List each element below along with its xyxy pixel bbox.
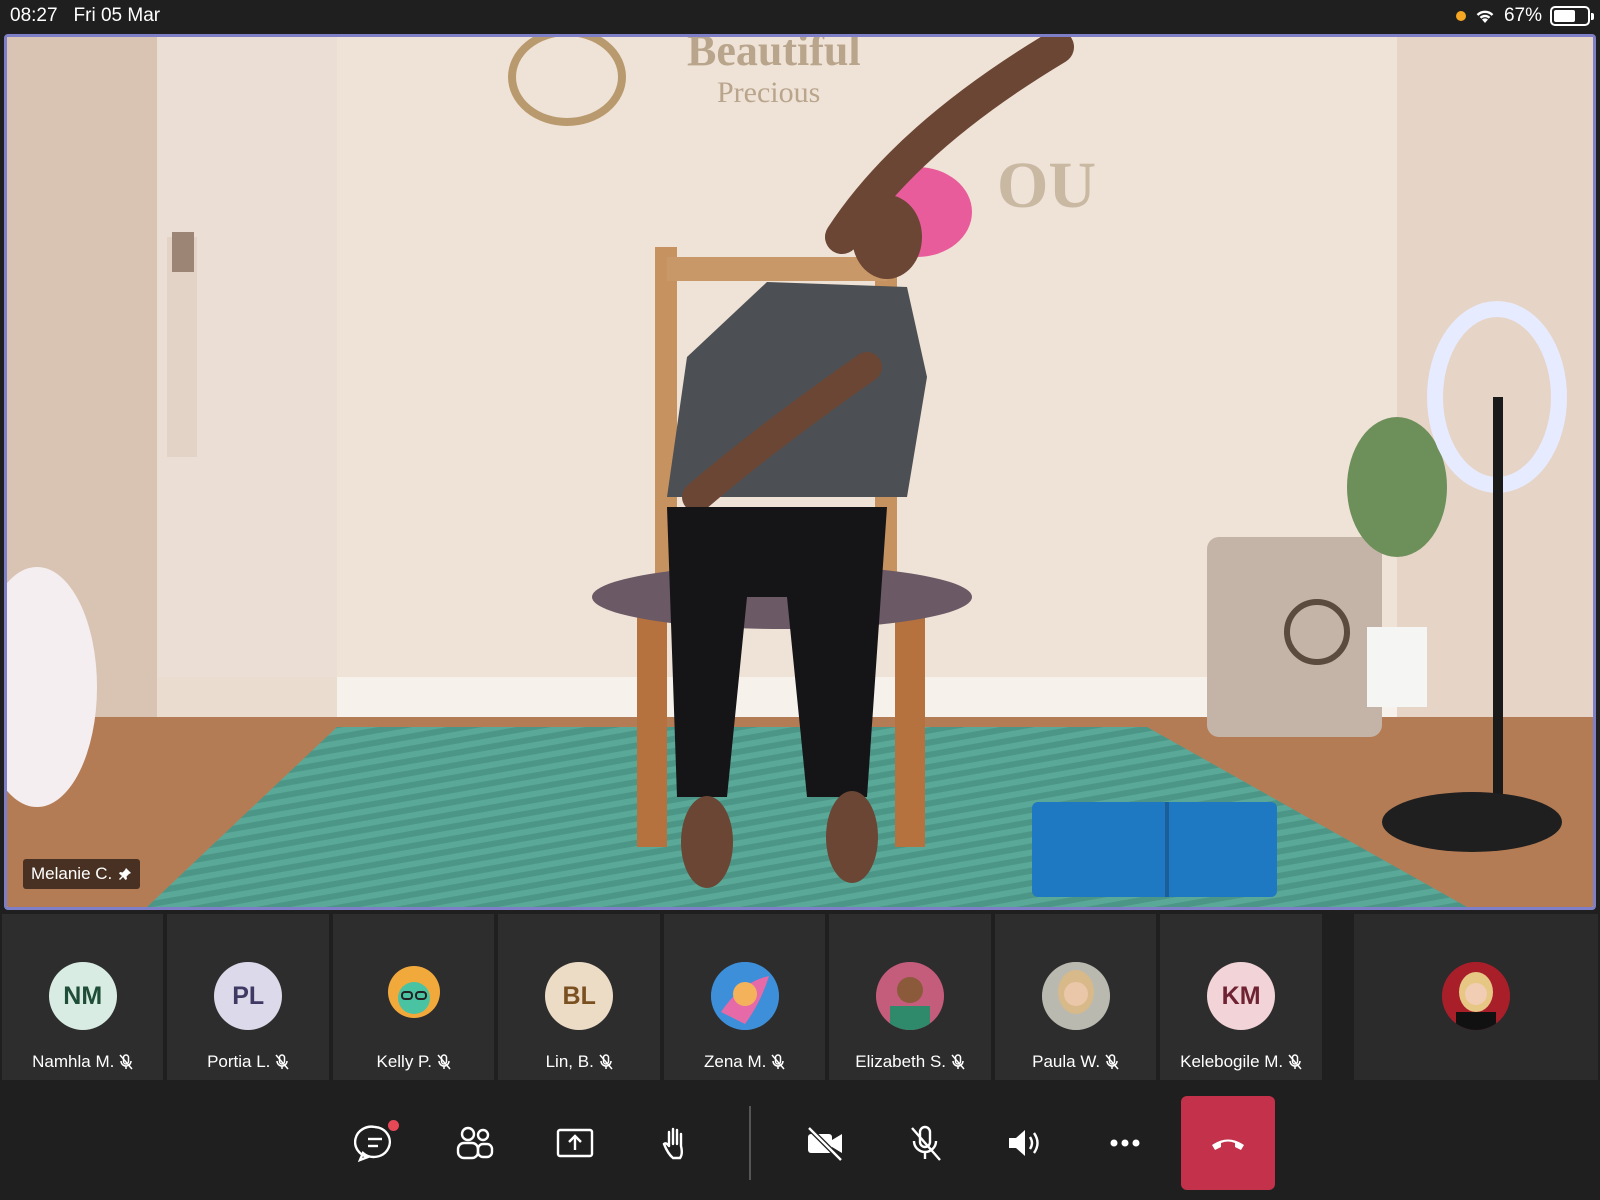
avatar-photo	[1041, 962, 1110, 1030]
speaker-name-label: Melanie C.	[23, 859, 141, 889]
participant-name: Zena M.	[704, 1052, 767, 1071]
participant-name: Namhla M.	[32, 1052, 115, 1071]
avatar-photo	[710, 962, 779, 1030]
camera-off-icon	[807, 1126, 843, 1162]
avatar: BL	[545, 962, 614, 1030]
speaker-button[interactable]	[975, 1098, 1075, 1188]
main-video[interactable]: Beautiful Precious OU Melanie C.	[4, 34, 1596, 910]
mic-off-icon	[119, 1054, 133, 1070]
participant-tile[interactable]: PL Portia L.	[167, 914, 329, 1080]
clock: 08:27	[10, 5, 58, 26]
date: Fri 05 Mar	[73, 5, 161, 26]
mic-off-icon	[437, 1054, 451, 1070]
avatar-photo	[379, 962, 448, 1030]
battery-fill	[1554, 10, 1576, 22]
participant-tile[interactable]: BL Lin, B.	[498, 914, 660, 1080]
participant-name: Kelebogile M.	[1180, 1052, 1284, 1071]
hang-up-icon	[1212, 1139, 1244, 1150]
svg-text:Beautiful: Beautiful	[687, 37, 861, 75]
participant-tile[interactable]: Elizabeth S.	[829, 914, 991, 1080]
avatar: NM	[48, 962, 117, 1030]
svg-text:Precious: Precious	[717, 76, 820, 109]
avatar-photo	[876, 962, 945, 1030]
avatar: KM	[1207, 962, 1276, 1030]
participant-tile[interactable]: KM Kelebogile M.	[1160, 914, 1322, 1080]
participants-icon	[456, 1126, 494, 1160]
battery-icon	[1550, 6, 1594, 26]
self-view-tile[interactable]	[1353, 914, 1599, 1080]
participant-tile[interactable]: NM Namhla M.	[2, 914, 164, 1080]
participant-tile[interactable]: Kelly P.	[332, 914, 495, 1080]
participant-tile[interactable]: Paula W.	[994, 914, 1157, 1080]
participants-button[interactable]	[425, 1098, 525, 1188]
mic-toggle-button[interactable]	[875, 1098, 975, 1188]
mic-off-icon	[275, 1054, 289, 1070]
share-screen-icon	[556, 1128, 594, 1158]
svg-text:OU: OU	[997, 149, 1096, 222]
participant-name: Paula W.	[1032, 1052, 1101, 1071]
participant-name: Lin, B.	[545, 1052, 594, 1071]
mic-off-icon	[771, 1054, 785, 1070]
chat-button[interactable]	[325, 1098, 425, 1188]
call-toolbar	[0, 1086, 1600, 1200]
mic-off-icon	[1105, 1054, 1119, 1070]
wifi-icon	[1476, 10, 1494, 23]
participant-tile[interactable]: Zena M.	[663, 914, 826, 1080]
mic-off-icon	[911, 1125, 941, 1161]
pin-icon	[119, 868, 132, 880]
camera-toggle-button[interactable]	[775, 1098, 875, 1188]
mic-off-icon	[599, 1054, 613, 1070]
speaker-name: Melanie C.	[31, 864, 113, 883]
speaker-icon	[1009, 1130, 1039, 1156]
mic-off-icon	[951, 1054, 965, 1070]
mic-in-use-indicator	[1455, 11, 1466, 21]
more-icon	[1110, 1139, 1140, 1147]
participant-name: Kelly P.	[376, 1052, 432, 1071]
status-bar: 08:27 Fri 05 Mar 67%	[0, 0, 1600, 32]
participant-name: Portia L.	[207, 1052, 271, 1071]
battery-percent: 67%	[1503, 5, 1542, 26]
self-avatar	[1441, 962, 1510, 1030]
participant-name: Elizabeth S.	[855, 1052, 947, 1071]
video-frame: Beautiful Precious OU	[7, 37, 1593, 907]
unread-badge	[388, 1120, 399, 1131]
share-screen-button[interactable]	[525, 1098, 625, 1188]
raise-hand-icon	[662, 1127, 683, 1160]
hang-up-button[interactable]	[1181, 1096, 1275, 1190]
more-options-button[interactable]	[1075, 1098, 1175, 1188]
avatar: PL	[214, 962, 283, 1030]
toolbar-divider	[749, 1106, 751, 1180]
participant-strip: NM Namhla M. PL Portia L. Kelly P. BL Li…	[0, 914, 1600, 1080]
raise-hand-button[interactable]	[625, 1098, 725, 1188]
mic-off-icon	[1288, 1054, 1302, 1070]
